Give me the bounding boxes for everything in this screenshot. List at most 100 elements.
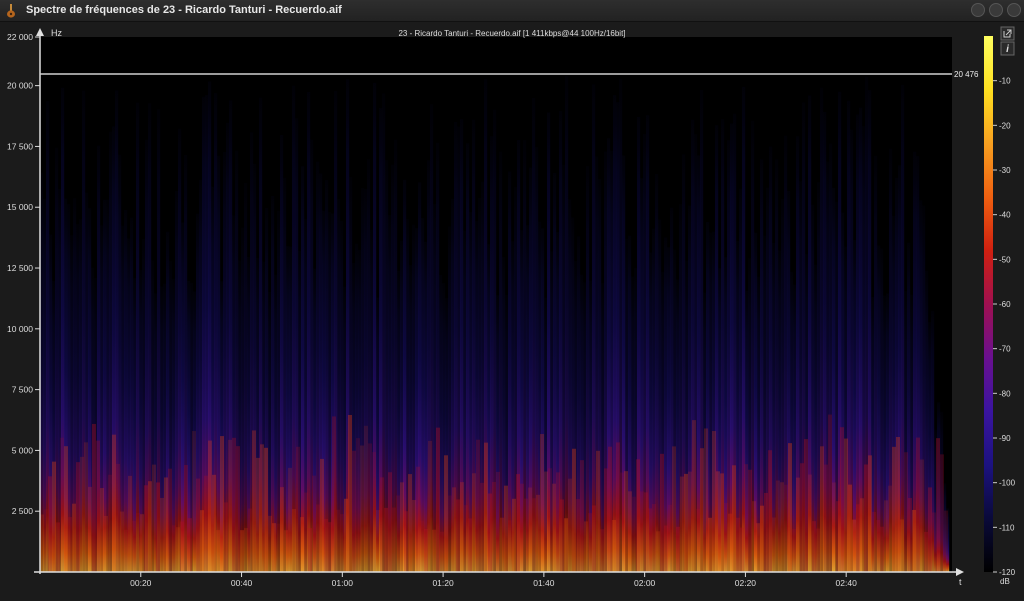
- energy-band: [808, 474, 812, 572]
- energy-band: [336, 509, 340, 572]
- energy-band: [484, 442, 488, 572]
- spectrogram-column: [424, 241, 428, 572]
- energy-band: [408, 474, 412, 572]
- energy-band: [728, 513, 732, 572]
- spectrogram-column: [469, 212, 473, 572]
- energy-band: [764, 492, 768, 572]
- energy-band: [704, 428, 708, 572]
- energy-band: [680, 476, 684, 572]
- energy-band: [476, 439, 480, 572]
- colorbar-tick-label: -110: [999, 523, 1015, 532]
- energy-band: [588, 513, 592, 572]
- spectrogram-column: [244, 182, 248, 572]
- energy-band: [148, 481, 152, 572]
- energy-band: [100, 488, 104, 572]
- energy-band: [92, 423, 96, 572]
- minimize-button[interactable]: [971, 3, 985, 17]
- energy-band: [608, 446, 612, 572]
- x-tick-label: 01:20: [432, 578, 454, 588]
- energy-band: [488, 493, 492, 572]
- spectrogram-column: [586, 166, 590, 572]
- maximize-button[interactable]: [989, 3, 1003, 17]
- energy-band: [516, 474, 520, 572]
- energy-band: [584, 521, 588, 572]
- energy-band: [540, 434, 544, 572]
- energy-band: [612, 519, 616, 572]
- energy-band: [428, 440, 432, 572]
- spectrogram-column: [178, 128, 182, 572]
- energy-band: [772, 517, 776, 572]
- energy-band: [660, 453, 664, 572]
- colorbar-tick-label: -50: [999, 255, 1011, 264]
- energy-band: [292, 509, 296, 572]
- energy-band: [632, 496, 636, 572]
- y-tick-label: 22 000: [7, 32, 33, 42]
- energy-band: [616, 442, 620, 572]
- energy-band: [140, 514, 144, 572]
- energy-band: [752, 501, 756, 572]
- energy-band: [628, 491, 632, 572]
- spectrogram-column: [880, 248, 884, 572]
- spectrogram-column: [301, 166, 305, 572]
- energy-band: [880, 526, 884, 572]
- energy-band: [844, 438, 848, 572]
- x-tick-label: 02:00: [634, 578, 656, 588]
- x-axis-label: t: [959, 577, 962, 587]
- energy-band: [836, 501, 840, 572]
- energy-band: [356, 438, 360, 572]
- energy-band: [80, 456, 84, 572]
- energy-band: [684, 473, 688, 572]
- energy-band: [856, 504, 860, 572]
- energy-band: [452, 487, 456, 572]
- close-button[interactable]: [1007, 3, 1021, 17]
- energy-band: [656, 531, 660, 572]
- energy-band: [424, 528, 428, 572]
- energy-band: [360, 445, 364, 572]
- energy-band: [328, 522, 332, 572]
- energy-band: [916, 437, 920, 572]
- y-axis-label: Hz: [51, 28, 62, 38]
- x-tick-label: 00:40: [231, 578, 253, 588]
- energy-band: [172, 525, 176, 572]
- energy-band: [848, 484, 852, 572]
- energy-band: [416, 466, 420, 572]
- energy-band: [564, 518, 568, 572]
- energy-band: [156, 482, 160, 572]
- colorbar: [984, 36, 993, 572]
- energy-band: [524, 498, 528, 572]
- energy-band: [104, 515, 108, 572]
- energy-band: [480, 482, 484, 572]
- colorbar-tick-label: -10: [999, 77, 1011, 86]
- spectrogram-column: [217, 155, 221, 572]
- y-tick-label: 5 000: [12, 445, 34, 455]
- energy-band: [552, 483, 556, 572]
- energy-band: [96, 440, 100, 572]
- energy-band: [372, 452, 376, 572]
- energy-band: [280, 487, 284, 572]
- energy-band: [876, 519, 880, 572]
- energy-band: [504, 485, 508, 572]
- energy-band: [712, 431, 716, 572]
- energy-band: [840, 427, 844, 572]
- external-link-icon[interactable]: [1000, 26, 1015, 41]
- energy-band: [920, 459, 924, 572]
- energy-band: [244, 528, 248, 572]
- energy-band: [620, 472, 624, 572]
- energy-band: [232, 437, 236, 572]
- energy-band: [800, 463, 804, 572]
- spectrogram-column: [874, 155, 878, 572]
- energy-band: [508, 520, 512, 572]
- info-icon[interactable]: i: [1000, 41, 1015, 56]
- energy-band: [60, 437, 64, 572]
- energy-band: [652, 503, 656, 572]
- energy-band: [732, 465, 736, 572]
- energy-band: [184, 465, 188, 572]
- energy-band: [568, 478, 572, 572]
- energy-band: [912, 509, 916, 572]
- energy-band: [696, 508, 700, 572]
- energy-band: [296, 446, 300, 572]
- energy-band: [448, 495, 452, 572]
- energy-band: [144, 485, 148, 572]
- energy-band: [444, 455, 448, 572]
- spectrogram-column: [421, 218, 425, 572]
